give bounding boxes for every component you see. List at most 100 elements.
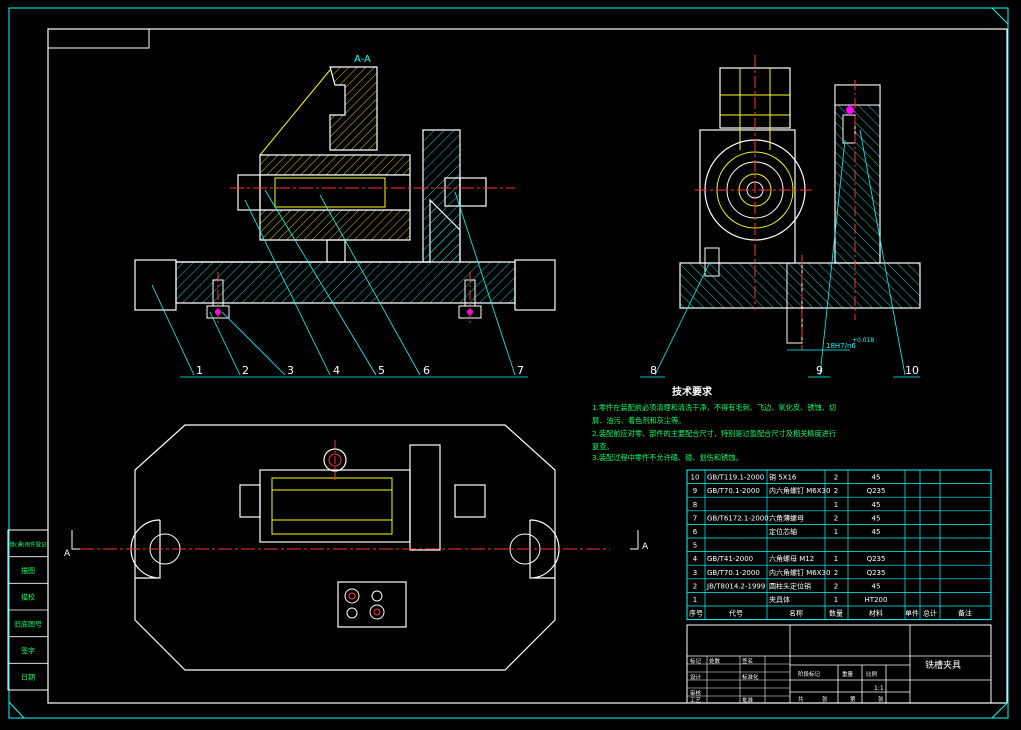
bom-header-remark: 备注 [958,609,972,618]
bom-cell-material: HT200 [865,596,888,604]
bom-cell-qty: 2 [834,514,838,522]
tb-label: 签名 [742,657,753,665]
bom-cell-material: 45 [872,528,881,536]
bom-cell-code: GB/T70.1-2000 [707,569,760,577]
tb-label: 共 [798,695,804,703]
bom-header-name: 名称 [789,609,803,618]
fit-tolerance: +0.018 [852,337,874,344]
strip-cell-label: 描图 [21,566,35,575]
balloon-9: 9 [816,364,823,377]
balloon-5: 5 [378,364,385,377]
bom-header-qty: 数量 [829,609,843,618]
bom-cell-code: GB/T119.1-2000 [707,474,764,482]
balloon-4: 4 [333,364,340,377]
left-registration-strip: 借(通)用件登记描图描校旧底图号签字日期 [7,529,49,691]
bom-cell-no: 8 [693,501,697,509]
top-view: A A [64,424,649,671]
balloon-8: 8 [650,364,657,377]
bom-cell-name: 内六角螺钉 M6X30 [769,486,830,495]
side-view: 18H7/n6 +0.018 [640,55,921,378]
tb-label: 标准化 [742,673,759,681]
bom-cell-qty: 2 [834,487,838,495]
front-section-view: A-A [134,54,556,378]
tb-label: 重量 [842,670,854,678]
bom-cell-no: 9 [693,487,697,495]
bom-header-no: 序号 [689,609,703,618]
tb-label: 审核 [690,689,702,697]
balloon-10: 10 [905,364,919,377]
bom-cell-code: GB/T6172.1-2000 [707,514,769,522]
balloon-labels: 1 2 3 4 5 6 7 8 9 10 [196,364,919,377]
parts-list-table: 10 GB/T119.1-2000 销 5X16 2 459 GB/T70.1-2000 内… [686,469,992,621]
bom-header-unit: 单件 [905,609,919,618]
bom-cell-name: 内六角螺钉 M6X30 [769,568,830,577]
tb-label: 比例 [866,670,878,678]
bom-cell-code: GB/T41-2000 [707,555,753,563]
technical-requirements: 技术要求 1.零件在装配前必须清理和清洗干净，不得有毛刺、飞边、氧化皮、锈蚀、切… [592,385,836,462]
bom-cell-no: 3 [693,569,697,577]
drawing-title: 铣槽夹具 [925,659,961,671]
bom-cell-code: JB/T8014.2-1999 [706,582,765,590]
tb-label: 标记 [690,657,702,665]
bom-cell-material: Q235 [867,555,886,563]
strip-cell-label: 描校 [21,593,35,602]
strip-cell-label: 旧底图号 [14,619,42,628]
bom-cell-material: Q235 [867,487,886,495]
section-label: A-A [354,54,371,65]
bom-cell-no: 10 [691,474,700,482]
bom-cell-name: 圆柱头定位销 [769,581,811,590]
bom-header-total: 总计 [923,609,937,618]
balloon-7: 7 [517,364,524,377]
tb-label: 第 [850,695,856,703]
balloon-1: 1 [196,364,203,377]
tb-label: 处数 [709,657,721,665]
bom-header-code: 代号 [729,609,743,618]
tech-req-line: 3.装配过程中零件不允许磕、碰、划伤和锈蚀。 [592,453,743,462]
bom-cell-no: 5 [693,542,697,550]
bom-cell-qty: 1 [834,501,838,509]
tech-req-line: 复查。 [592,442,614,451]
bom-cell-code: GB/T70.1-2000 [707,487,760,495]
tb-label: 工艺 [690,697,702,704]
tech-req-line: 屑、油污、着色剂和灰尘等。 [592,416,685,425]
bom-cell-name: 夹具体 [769,595,790,604]
balloon-6: 6 [423,364,430,377]
cad-drawing-canvas: 借(通)用件登记 描图 描校 旧底图号 签字 日期 A-A 18H7/n6 +0… [0,0,1021,730]
tech-req-line: 2.装配前应对零、部件的主要配合尺寸，特别是过盈配合尺寸及相关精度进行 [592,429,836,438]
bom-cell-material: 45 [872,514,881,522]
bom-cell-name: 定位芯轴 [769,527,797,536]
bom-cell-material: 45 [872,474,881,482]
bom-cell-name: 六角薄螺母 [769,513,804,522]
section-arrow-right: A [642,542,649,552]
balloon-2: 2 [242,364,249,377]
assembly-drawing: 借(通)用件登记描图描校旧底图号签字日期 A-A 18H7/n6 +0.018 … [7,7,1009,719]
balloon-3: 3 [287,364,294,377]
tb-label: 张 [878,695,884,703]
bom-cell-no: 4 [693,555,698,563]
bom-cell-no: 2 [693,582,697,590]
section-arrow-left: A [64,549,71,559]
bom-cell-name: 六角螺母 M12 [769,554,814,563]
strip-cell-label: 日期 [21,674,35,682]
bom-cell-qty: 1 [834,555,838,563]
tb-label: 阶段标记 [798,670,821,678]
bom-header-material: 材料 [869,609,883,618]
tb-label: 设计 [690,673,702,681]
drawing-scale: 1:1 [874,685,884,692]
bom-cell-material: 45 [872,582,881,590]
bom-cell-qty: 1 [834,528,838,536]
bom-cell-no: 7 [693,514,697,522]
bom-cell-no: 1 [693,596,697,604]
bom-cell-qty: 1 [834,596,838,604]
bom-cell-material: Q235 [867,569,886,577]
bom-cell-qty: 2 [834,569,838,577]
tb-label: 张 [822,695,828,703]
bom-cell-material: 45 [872,501,881,509]
tb-label: 批准 [742,696,754,704]
bom-cell-qty: 2 [834,582,838,590]
title-block: 铣槽夹具 1:1 标记 处数 签名 设计 标准化 审核 工艺 批准 阶段标记 重… [686,624,992,704]
bom-cell-name: 销 5X16 [769,473,797,482]
bom-cell-qty: 2 [834,474,838,482]
tech-req-title: 技术要求 [672,385,713,398]
tech-req-line: 1.零件在装配前必须清理和清洗干净，不得有毛刺、飞边、氧化皮、锈蚀、切 [592,403,836,412]
